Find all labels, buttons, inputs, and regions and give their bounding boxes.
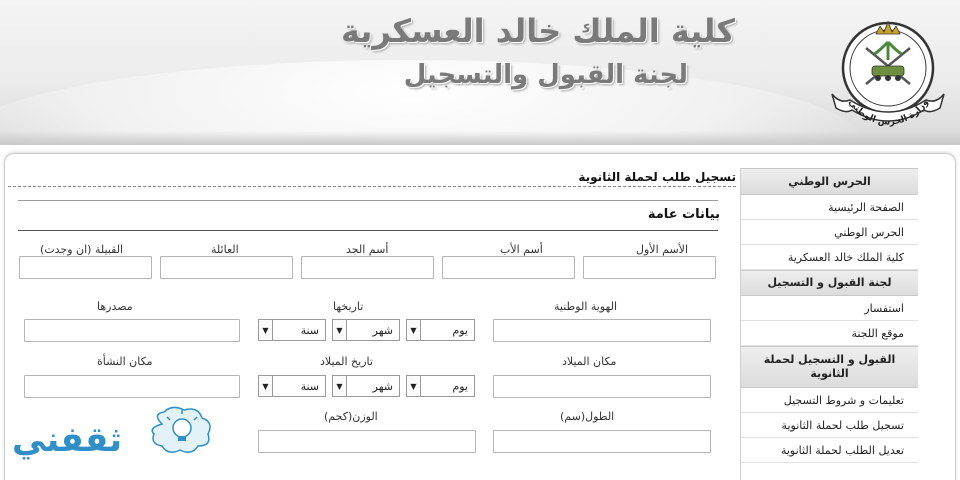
- chevron-down-icon: ▼: [333, 320, 347, 340]
- id-date-day-select[interactable]: ▼ يوم: [406, 319, 475, 341]
- chevron-down-icon: ▼: [259, 376, 273, 396]
- sidebar-heading-admission-committee: لجنة القبول و التسجيل: [741, 270, 918, 296]
- father-name-input[interactable]: [442, 256, 575, 279]
- birth-place-input[interactable]: [493, 375, 711, 398]
- id-source-input[interactable]: [24, 319, 240, 342]
- sidebar-item-register-application[interactable]: تسجيل طلب لحملة الثانوية: [741, 413, 918, 438]
- page-title: تسجيل طلب لحملة الثانوية: [578, 170, 736, 184]
- chevron-down-icon: ▼: [407, 320, 421, 340]
- sidebar-item-committee-site[interactable]: موقع اللجنة: [741, 321, 918, 346]
- birth-date-day-value: يوم: [452, 379, 468, 393]
- birth-date-month-value: شهر: [372, 379, 393, 393]
- chevron-down-icon: ▼: [407, 376, 421, 396]
- watermark-text: ثقفني: [12, 420, 122, 460]
- sidebar-item-inquiry[interactable]: استفسار: [741, 296, 918, 321]
- first-name-input[interactable]: [583, 256, 716, 279]
- sidebar-item-edit-application[interactable]: تعديل الطلب لحملة الثانوية: [741, 438, 918, 463]
- site-header: كلية الملك خالد العسكرية لجنة القبول وال…: [0, 0, 960, 145]
- sidebar-item-military-college[interactable]: كلية الملك خالد العسكرية: [741, 245, 918, 270]
- birth-date-month-select[interactable]: ▼ شهر: [332, 375, 400, 397]
- tribe-input[interactable]: [19, 256, 152, 279]
- sidebar-heading-national-guard: الحرس الوطني: [741, 168, 918, 195]
- father-name-label: أسم الأب: [500, 243, 543, 256]
- header-shade: [0, 131, 960, 145]
- section-bottom-line: [18, 230, 718, 231]
- grandfather-name-input[interactable]: [301, 256, 434, 279]
- height-input[interactable]: [493, 430, 711, 453]
- title-divider: [8, 186, 736, 187]
- committee-title: لجنة القبول والتسجيل: [403, 60, 688, 90]
- origin-place-label: مكان النشأة: [97, 355, 153, 368]
- birth-date-year-select[interactable]: ▼ سنة: [258, 375, 326, 397]
- sidebar-item-national-guard[interactable]: الحرس الوطني: [741, 220, 918, 245]
- national-id-input[interactable]: [493, 319, 711, 342]
- family-name-label: العائلة: [211, 243, 239, 256]
- family-name-input[interactable]: [160, 256, 293, 279]
- sidebar-heading-secondary-admission: القبول و التسجيل لحملة الثانوية: [741, 346, 918, 388]
- id-date-year-value: سنة: [300, 323, 319, 337]
- tribe-label: القبيلة (ان وجدت): [40, 243, 124, 256]
- chevron-down-icon: ▼: [259, 320, 273, 340]
- height-label: الطول(سم): [560, 410, 615, 423]
- id-date-day-value: يوم: [452, 323, 468, 337]
- sidebar: الحرس الوطني الصفحة الرئيسية الحرس الوطن…: [740, 168, 918, 480]
- national-id-label: الهوية الوطنية: [554, 300, 617, 313]
- birth-place-label: مكان الميلاد: [562, 355, 617, 368]
- chevron-down-icon: ▼: [333, 376, 347, 396]
- sidebar-item-instructions[interactable]: تعليمات و شروط التسجيل: [741, 388, 918, 413]
- id-source-label: مصدرها: [97, 300, 133, 313]
- national-guard-emblem-icon: وزارة الحرس الوطني: [831, 20, 945, 128]
- first-name-label: الأسم الأول: [636, 243, 688, 256]
- weight-input[interactable]: [258, 430, 476, 453]
- grandfather-name-label: أسم الجد: [346, 243, 389, 256]
- birth-date-label: تاريخ الميلاد: [320, 355, 373, 368]
- id-date-label: تاريخها: [333, 300, 364, 313]
- origin-place-input[interactable]: [24, 375, 240, 398]
- sidebar-item-home[interactable]: الصفحة الرئيسية: [741, 195, 918, 220]
- birth-date-day-select[interactable]: ▼ يوم: [406, 375, 475, 397]
- birth-date-year-value: سنة: [300, 379, 319, 393]
- college-title: كلية الملك خالد العسكرية: [341, 12, 735, 50]
- weight-label: الوزن(كجم): [324, 410, 378, 423]
- id-date-month-value: شهر: [372, 323, 393, 337]
- id-date-year-select[interactable]: ▼ سنة: [258, 319, 326, 341]
- id-date-month-select[interactable]: ▼ شهر: [332, 319, 400, 341]
- section-title: بيانات عامة: [647, 207, 720, 222]
- section-top-line: [18, 200, 718, 201]
